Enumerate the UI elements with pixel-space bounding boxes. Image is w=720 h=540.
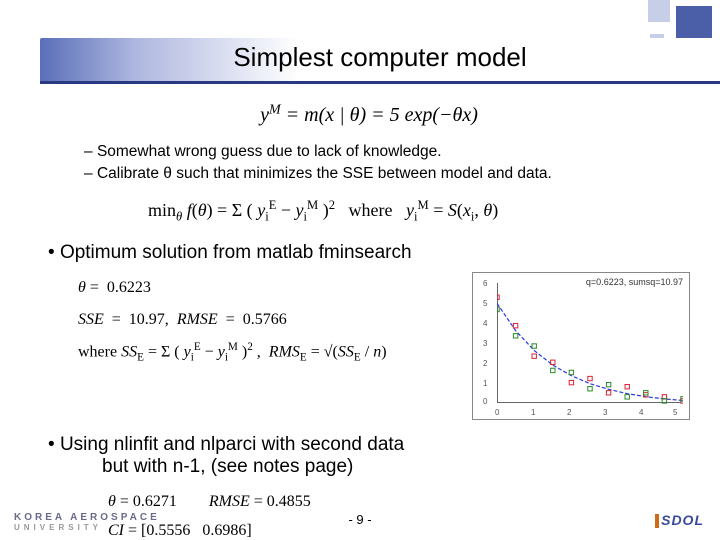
bullet-optimum: Optimum solution from matlab fminsearch bbox=[48, 242, 690, 264]
optimum-block: θ = 0.6223 SSE = 10.97, RMSE = 0.5766 wh… bbox=[78, 272, 690, 432]
bullet-nlinfit-sub: but with n-1, (see notes page) bbox=[102, 456, 690, 478]
page-number: - 9 - bbox=[10, 512, 710, 527]
fit-chart: q=0.6223, sumsq=10.97 6 5 4 3 2 1 0 0 1 … bbox=[472, 272, 690, 420]
slide-body: yM = m(x | θ) = 5 exp(−θx) Somewhat wron… bbox=[48, 100, 690, 504]
bullet-nlinfit: Using nlinfit and nlparci with second da… bbox=[48, 434, 690, 456]
slide-title: Simplest computer model bbox=[40, 42, 720, 73]
equation-minimize: minθ f(θ) = Σ ( yiE − yiM )2 where yiM =… bbox=[148, 198, 690, 225]
title-bar: Simplest computer model bbox=[40, 38, 720, 84]
equation-model: yM = m(x | θ) = 5 exp(−θx) bbox=[48, 102, 690, 127]
sub-bullet: Somewhat wrong guess due to lack of know… bbox=[84, 141, 690, 163]
sub-bullet: Calibrate θ such that minimizes the SSE … bbox=[84, 163, 690, 185]
footer-lab: SDOL bbox=[655, 512, 704, 528]
footer: KOREA AEROSPACE UNIVERSITY - 9 - SDOL bbox=[10, 512, 710, 534]
sub-bullet-list: Somewhat wrong guess due to lack of know… bbox=[84, 141, 690, 186]
chart-plot-area bbox=[497, 283, 683, 405]
